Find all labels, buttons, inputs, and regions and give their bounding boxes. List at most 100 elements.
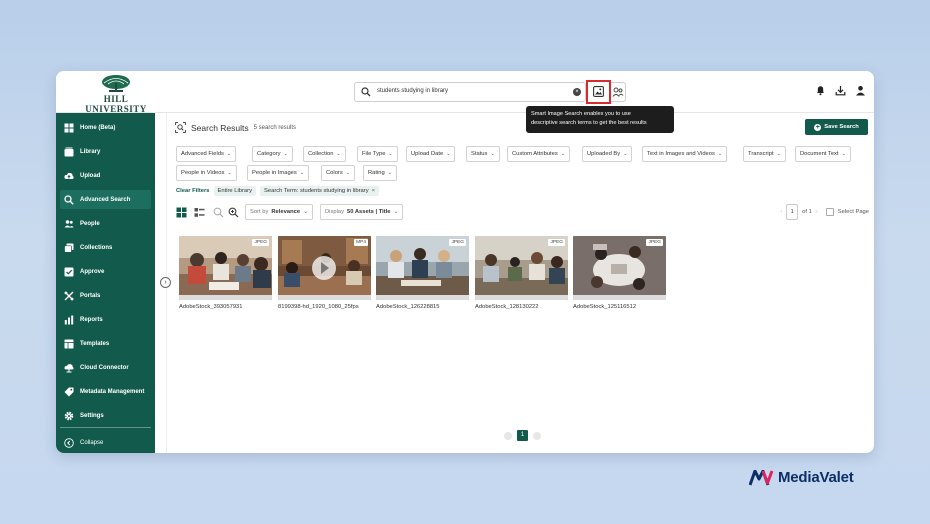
asset-card[interactable]: MP4 8199398-hd_1920_1080_25fps — [278, 236, 371, 310]
filter-people-in-videos[interactable]: People in Videos ⌄ — [176, 165, 237, 181]
filter-file-type[interactable]: File Type ⌄ — [357, 146, 398, 162]
sidebar-item-label: Upload — [80, 172, 101, 179]
sidebar-item-upload[interactable]: Upload — [60, 166, 151, 185]
sidebar-item-home[interactable]: Home (Beta) — [60, 118, 151, 137]
list-view-icon[interactable] — [194, 207, 205, 218]
filter-label: Uploaded By — [587, 151, 621, 157]
chevron-down-icon: ⌄ — [336, 151, 341, 157]
sidebar-item-advanced-search[interactable]: Advanced Search — [60, 190, 151, 209]
sidebar-item-reports[interactable]: Reports — [60, 310, 151, 329]
asset-name: AdobeStock_125116512 — [573, 304, 637, 310]
prev-page-icon[interactable] — [504, 431, 512, 440]
filter-transcript[interactable]: Transcript ⌄ — [743, 146, 786, 162]
page-number-input[interactable]: 1 — [786, 204, 799, 220]
sidebar-item-label: Library — [80, 148, 101, 155]
asset-name: AdobeStock_393057931 — [179, 304, 243, 310]
sidebar-item-people[interactable]: People — [60, 214, 151, 233]
top-pagination: ‹ 1 of 1 › Select Page — [780, 204, 869, 220]
sort-prefix: Sort by — [250, 209, 269, 215]
save-search-button[interactable]: + Save Search — [805, 119, 868, 135]
grid-view-icon[interactable] — [176, 207, 187, 218]
next-page-icon[interactable]: › — [816, 209, 818, 215]
sidebar-item-approve[interactable]: Approve — [60, 262, 151, 281]
active-filters: Clear Filters Entire Library Search Term… — [176, 186, 379, 196]
people-search-button[interactable] — [611, 82, 626, 102]
file-type-badge: JPEG — [548, 239, 565, 246]
page-1-button[interactable]: 1 — [517, 430, 528, 441]
expand-panel-chevron-icon[interactable]: › — [160, 277, 171, 288]
filter-label: Custom Attributes — [512, 151, 558, 157]
chevron-down-icon: ⌄ — [623, 151, 628, 157]
filter-collection[interactable]: Collection ⌄ — [303, 146, 346, 162]
clear-filters-link[interactable]: Clear Filters — [176, 188, 210, 194]
collapse-label: Collapse — [80, 439, 104, 446]
bell-icon[interactable] — [815, 85, 826, 96]
filter-label: Collection — [308, 151, 334, 157]
filter-custom-attributes[interactable]: Custom Attributes ⌄ — [507, 146, 570, 162]
asset-thumbnail[interactable]: MP4 — [278, 236, 371, 300]
asset-thumbnail[interactable]: JPEG — [475, 236, 568, 300]
play-icon[interactable] — [312, 256, 336, 280]
search-input[interactable]: students studying in library × — [354, 82, 586, 102]
asset-card[interactable]: JPEG AdobeStock_128130222 — [475, 236, 568, 310]
filter-chip-scope[interactable]: Entire Library — [213, 186, 256, 196]
clear-search-icon[interactable]: × — [573, 88, 581, 96]
filter-advanced-fields[interactable]: Advanced Fields ⌄ — [176, 146, 237, 162]
display-prefix: Display — [325, 209, 345, 215]
portals-icon — [64, 291, 74, 300]
filter-label: Status — [471, 151, 488, 157]
file-type-badge: JPEG — [646, 239, 663, 246]
save-search-label: Save Search — [824, 124, 859, 130]
filter-people-in-images[interactable]: People in Images ⌄ — [247, 165, 309, 181]
filter-upload-date[interactable]: Upload Date ⌄ — [406, 146, 456, 162]
sidebar-collapse-button[interactable]: Collapse — [60, 433, 151, 452]
asset-thumbnail[interactable]: JPEG — [179, 236, 272, 300]
sidebar-item-portals[interactable]: Portals — [60, 286, 151, 305]
mediavalet-brand: MediaValet — [749, 469, 854, 486]
asset-card[interactable]: JPEG AdobeStock_393057931 — [179, 236, 272, 310]
filter-rating[interactable]: Rating ⌄ — [363, 165, 397, 181]
smart-image-search-tooltip: Smart Image Search enables you to use de… — [526, 106, 674, 133]
filter-category[interactable]: Category ⌄ — [252, 146, 293, 162]
sidebar-item-templates[interactable]: Templates — [60, 334, 151, 353]
filter-document-text[interactable]: Document Text ⌄ — [795, 146, 851, 162]
sidebar-item-metadata-management[interactable]: Metadata Management — [60, 382, 151, 401]
asset-card[interactable]: JPEG AdobeStock_125116512 — [573, 236, 666, 310]
app-window: HILL UNIVERSITY EST. 1984 students study… — [56, 71, 874, 453]
download-icon[interactable] — [835, 85, 846, 96]
prev-page-icon[interactable]: ‹ — [780, 209, 782, 215]
sidebar-item-cloud-connector[interactable]: Cloud Connector — [60, 358, 151, 377]
filter-status[interactable]: Status ⌄ — [466, 146, 500, 162]
filter-text-in-images-and-videos[interactable]: Text in Images and Videos ⌄ — [642, 146, 728, 162]
filter-label: Advanced Fields — [181, 151, 224, 157]
filter-colors[interactable]: Colors ⌄ — [321, 165, 355, 181]
asset-thumbnail[interactable]: JPEG — [573, 236, 666, 300]
filter-label: Category — [257, 151, 281, 157]
sort-select[interactable]: Sort by Relevance ⌄ — [245, 204, 313, 220]
filter-label: File Type — [362, 151, 386, 157]
sidebar-item-collections[interactable]: Collections — [60, 238, 151, 257]
upload-cloud-icon — [64, 172, 74, 179]
smart-image-search-button[interactable] — [586, 80, 611, 104]
user-account-icon[interactable] — [855, 85, 866, 96]
reports-icon — [64, 315, 74, 324]
filter-chip-search-term[interactable]: Search Term: students studying in librar… — [260, 186, 379, 196]
zoom-out-icon[interactable] — [213, 207, 224, 218]
home-grid-icon — [64, 123, 74, 132]
sidebar-item-settings[interactable]: Settings — [60, 406, 151, 425]
people-icon — [64, 219, 74, 227]
select-page-checkbox[interactable] — [825, 208, 834, 216]
filter-label: People in Images — [252, 170, 297, 176]
chevron-down-icon: ⌄ — [776, 151, 781, 157]
asset-thumbnail[interactable]: JPEG — [376, 236, 469, 300]
display-select[interactable]: Display 50 Assets | Title ⌄ — [320, 204, 404, 220]
sidebar-item-library[interactable]: Library — [60, 142, 151, 161]
tree-logo-icon — [102, 75, 130, 92]
zoom-in-icon[interactable] — [228, 207, 239, 218]
asset-card[interactable]: JPEG AdobeStock_126228815 — [376, 236, 469, 310]
filter-uploaded-by[interactable]: Uploaded By ⌄ — [582, 146, 633, 162]
remove-chip-icon[interactable]: × — [372, 188, 375, 194]
next-page-icon[interactable] — [533, 431, 541, 440]
chevron-down-icon: ⌄ — [717, 151, 723, 157]
university-logo[interactable]: HILL UNIVERSITY EST. 1984 — [78, 74, 154, 119]
